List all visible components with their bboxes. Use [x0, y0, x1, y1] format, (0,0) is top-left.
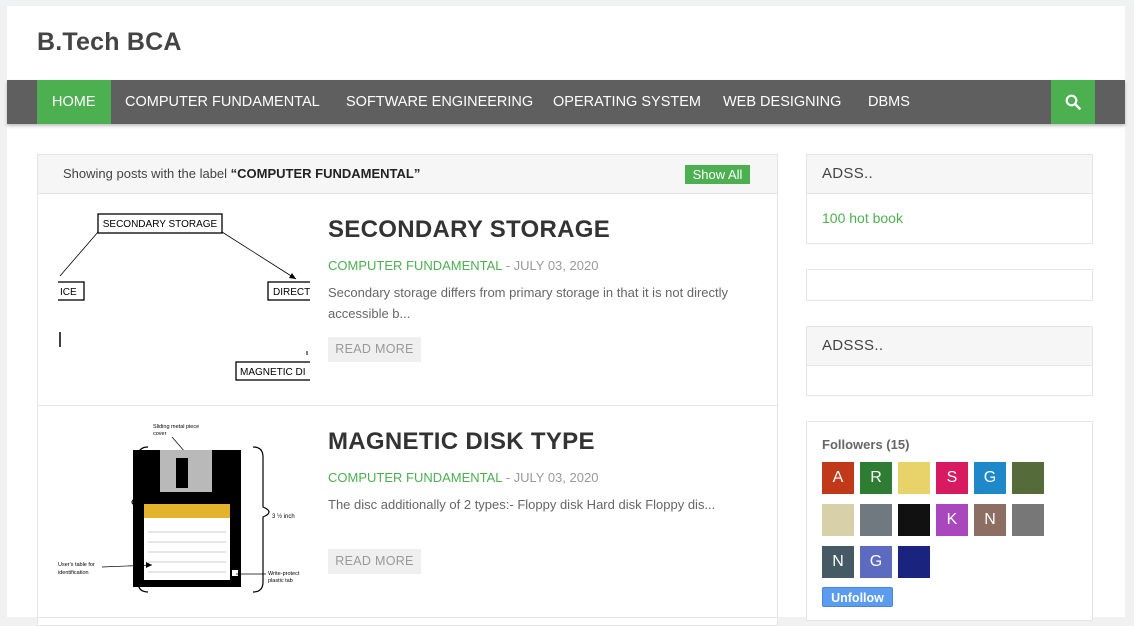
search-icon: [1065, 94, 1081, 110]
post-snippet: Secondary storage differs from primary s…: [328, 285, 729, 321]
post-category[interactable]: COMPUTER FUNDAMENTAL: [328, 258, 502, 273]
follower-avatar[interactable]: R: [860, 462, 892, 494]
label-message: Showing posts with the label “COMPUTER F…: [63, 166, 420, 181]
site-title[interactable]: B.Tech BCA: [37, 28, 182, 57]
main-nav: HOME COMPUTER FUNDAMENTAL SOFTWARE ENGIN…: [7, 80, 1125, 124]
post-meta: COMPUTER FUNDAMENTAL - JULY 03, 2020: [328, 470, 598, 485]
post-date: - JULY 03, 2020: [505, 258, 599, 273]
label-name: “COMPUTER FUNDAMENTAL”: [230, 166, 421, 181]
widget-adsss: ADSSS..: [806, 326, 1093, 396]
widget-followers: Followers (15) ARSGKNNG Unfollow: [806, 421, 1093, 621]
follower-avatar[interactable]: A: [822, 462, 854, 494]
post-date: - JULY 03, 2020: [505, 470, 599, 485]
nav-web-designing[interactable]: WEB DESIGNING: [708, 80, 856, 124]
svg-text:MAGNETIC DI: MAGNETIC DI: [240, 367, 306, 378]
posts-column: Showing posts with the label “COMPUTER F…: [37, 154, 778, 626]
show-all-button[interactable]: Show All: [685, 165, 750, 184]
post-meta: COMPUTER FUNDAMENTAL - JULY 03, 2020: [328, 258, 598, 273]
svg-text:ICE: ICE: [60, 287, 77, 298]
read-more-button[interactable]: READ MORE: [328, 549, 421, 574]
page: B.Tech BCA HOME COMPUTER FUNDAMENTAL SOF…: [7, 6, 1125, 626]
read-more-button[interactable]: READ MORE: [328, 337, 421, 362]
follower-avatar[interactable]: N: [974, 504, 1006, 536]
nav-home[interactable]: HOME: [37, 80, 111, 124]
follower-avatar[interactable]: [822, 504, 854, 536]
post-item: SECONDARY STORAGE ICE DIRECT MAGNETIC DI…: [38, 194, 777, 406]
follower-avatar[interactable]: G: [974, 462, 1006, 494]
svg-text:Write-protect: Write-protect: [268, 571, 300, 577]
post-title[interactable]: SECONDARY STORAGE: [328, 216, 610, 244]
search-button[interactable]: [1051, 80, 1095, 124]
follower-avatar[interactable]: [898, 462, 930, 494]
follower-avatar[interactable]: [898, 546, 930, 578]
svg-text:cover: cover: [153, 431, 167, 437]
svg-text:3 ½ inch: 3 ½ inch: [272, 513, 295, 520]
widget-adss: ADSS.. 100 hot book: [806, 154, 1093, 244]
svg-text:plastic tab: plastic tab: [268, 578, 293, 584]
nav-software-engineering[interactable]: SOFTWARE ENGINEERING: [331, 80, 548, 124]
svg-text:Sliding metal piece: Sliding metal piece: [153, 424, 199, 430]
follower-avatar[interactable]: K: [936, 504, 968, 536]
followers-title: Followers (15): [822, 437, 910, 452]
floppy-disk-diagram: Sliding metal piece cover 3 ½ inch User'…: [58, 424, 300, 593]
top-strip: [0, 0, 1134, 5]
nav-operating-system[interactable]: OPERATING SYSTEM: [538, 80, 716, 124]
svg-text:identification: identification: [58, 570, 89, 576]
label-bar: Showing posts with the label “COMPUTER F…: [38, 155, 777, 194]
widget-title: ADSS..: [807, 155, 1092, 194]
svg-text:DIRECT: DIRECT: [273, 287, 310, 298]
post-title[interactable]: MAGNETIC DISK TYPE: [328, 428, 595, 456]
header: B.Tech BCA: [7, 6, 1125, 80]
post-thumbnail[interactable]: SECONDARY STORAGE ICE DIRECT MAGNETIC DI: [58, 210, 310, 386]
hot-book-link[interactable]: 100 hot book: [822, 210, 903, 226]
follower-avatar[interactable]: G: [860, 546, 892, 578]
widget-empty: [806, 269, 1093, 301]
unfollow-button[interactable]: Unfollow: [822, 587, 893, 607]
post-thumbnail[interactable]: Sliding metal piece cover 3 ½ inch User'…: [58, 422, 310, 598]
label-prefix: Showing posts with the label: [63, 166, 228, 181]
svg-text:User's table for: User's table for: [58, 562, 95, 568]
post-item: Sliding metal piece cover 3 ½ inch User'…: [38, 406, 777, 618]
follower-avatar[interactable]: [860, 504, 892, 536]
follower-avatar[interactable]: [898, 504, 930, 536]
nav-computer-fundamental[interactable]: COMPUTER FUNDAMENTAL: [110, 80, 335, 124]
follower-avatar[interactable]: [1012, 504, 1044, 536]
follower-avatar[interactable]: S: [936, 462, 968, 494]
post-category[interactable]: COMPUTER FUNDAMENTAL: [328, 470, 502, 485]
svg-text:SECONDARY STORAGE: SECONDARY STORAGE: [103, 219, 218, 230]
post-snippet: The disc additionally of 2 types:- Flopp…: [328, 497, 716, 512]
widget-title: ADSSS..: [807, 327, 1092, 366]
secondary-storage-diagram: SECONDARY STORAGE ICE DIRECT MAGNETIC DI: [58, 213, 310, 381]
follower-avatar[interactable]: N: [822, 546, 854, 578]
follower-avatar[interactable]: [1012, 462, 1044, 494]
nav-dbms[interactable]: DBMS: [853, 80, 925, 124]
